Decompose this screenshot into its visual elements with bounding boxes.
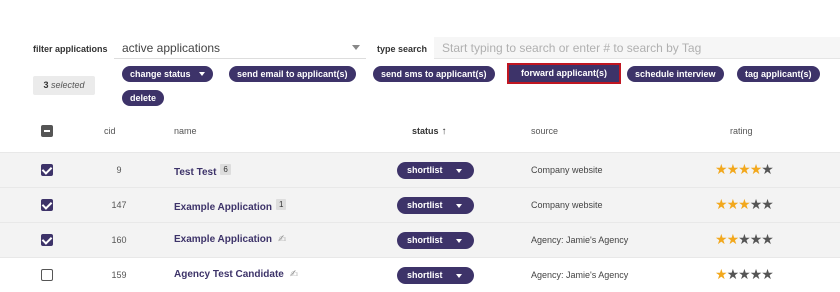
status-dropdown[interactable]: shortlist <box>397 232 474 249</box>
send-email-button[interactable]: send email to applicant(s) <box>229 66 356 82</box>
send-sms-button[interactable]: send sms to applicant(s) <box>373 66 495 82</box>
row-checkbox[interactable] <box>41 269 53 281</box>
applicant-name-link[interactable]: Example Application 1 <box>174 199 287 213</box>
row-checkbox[interactable] <box>41 199 53 211</box>
star-icon[interactable]: ★ <box>715 231 728 248</box>
selected-count-badge: 3 selected <box>33 76 95 95</box>
table-row[interactable]: 147 Example Application 1 shortlist Company … <box>0 187 840 222</box>
row-checkbox[interactable] <box>41 164 53 176</box>
caret-down-icon <box>198 72 205 76</box>
applicant-name: Test Test <box>174 167 217 178</box>
caret-down-icon <box>456 239 462 243</box>
star-icon[interactable]: ★ <box>738 161 751 178</box>
search-input[interactable] <box>434 37 840 58</box>
star-icon[interactable]: ★ <box>761 266 774 283</box>
forward-button[interactable]: forward applicant(s) <box>509 65 619 82</box>
star-icon[interactable]: ★ <box>727 196 740 213</box>
caret-down-icon <box>456 169 462 173</box>
col-name[interactable]: name <box>174 126 197 136</box>
comment-count-badge: 1 <box>275 199 287 210</box>
star-icon[interactable]: ★ <box>750 266 763 283</box>
star-icon[interactable]: ★ <box>738 196 751 213</box>
row-source: Company website <box>531 165 603 175</box>
selected-count: 3 <box>43 80 49 90</box>
signature-icon: ✍ <box>289 269 299 280</box>
rating-stars[interactable]: ★★★★★ <box>715 266 774 283</box>
delete-button[interactable]: delete <box>122 90 165 106</box>
filter-label: filter applications <box>33 44 108 54</box>
star-icon[interactable]: ★ <box>750 161 763 178</box>
filter-row: filter applications active applications … <box>0 37 840 61</box>
signature-icon: ✍ <box>277 234 287 245</box>
search-label: type search <box>377 44 428 54</box>
table-row[interactable]: 159 Agency Test Candidate ✍ shortlist Agency… <box>0 257 840 292</box>
row-source: Company website <box>531 200 603 210</box>
col-status[interactable]: status ↑ <box>412 126 447 137</box>
status-label: shortlist <box>407 235 443 245</box>
applicant-name-link[interactable]: Agency Test Candidate ✍ <box>174 269 298 280</box>
caret-down-icon <box>352 45 360 50</box>
star-icon[interactable]: ★ <box>727 231 740 248</box>
star-icon[interactable]: ★ <box>715 266 728 283</box>
col-rating[interactable]: rating <box>730 126 753 136</box>
table-row[interactable]: 160 Example Application ✍ shortlist Agency: … <box>0 222 840 257</box>
selected-suffix: selected <box>51 80 85 90</box>
row-cid: 159 <box>111 270 127 280</box>
applicant-name-link[interactable]: Test Test 6 <box>174 164 231 178</box>
star-icon[interactable]: ★ <box>715 196 728 213</box>
star-icon[interactable]: ★ <box>727 161 740 178</box>
status-dropdown[interactable]: shortlist <box>397 267 474 284</box>
star-icon[interactable]: ★ <box>715 161 728 178</box>
applicant-name: Agency Test Candidate <box>174 269 284 280</box>
row-cid: 147 <box>111 200 127 210</box>
col-cid[interactable]: cid <box>104 126 116 136</box>
caret-down-icon <box>456 204 462 208</box>
status-label: shortlist <box>407 165 443 175</box>
status-label: shortlist <box>407 200 443 210</box>
star-icon[interactable]: ★ <box>727 266 740 283</box>
rating-stars[interactable]: ★★★★★ <box>715 196 774 213</box>
star-icon[interactable]: ★ <box>750 196 763 213</box>
star-icon[interactable]: ★ <box>738 266 751 283</box>
comment-count-badge: 6 <box>220 164 231 175</box>
row-cid: 9 <box>116 165 122 175</box>
arrow-up-icon: ↑ <box>441 126 447 137</box>
star-icon[interactable]: ★ <box>761 231 774 248</box>
status-label: shortlist <box>407 270 443 280</box>
status-dropdown[interactable]: shortlist <box>397 197 474 214</box>
forward-highlight: forward applicant(s) <box>507 63 621 84</box>
row-source: Agency: Jamie's Agency <box>531 270 629 280</box>
schedule-interview-button[interactable]: schedule interview <box>627 66 724 82</box>
star-icon[interactable]: ★ <box>761 196 774 213</box>
applicant-name: Example Application <box>174 202 272 213</box>
col-status-label: status <box>412 126 439 136</box>
filter-select-value: active applications <box>122 41 221 55</box>
row-checkbox[interactable] <box>41 234 53 246</box>
select-all-checkbox[interactable] <box>41 125 53 137</box>
col-source[interactable]: source <box>531 126 558 136</box>
table-row[interactable]: 9 Test Test 6 shortlist Company website ★★★★★ <box>0 152 840 187</box>
change-status-label: change status <box>130 69 191 79</box>
rating-stars[interactable]: ★★★★★ <box>715 231 774 248</box>
status-dropdown[interactable]: shortlist <box>397 162 474 179</box>
star-icon[interactable]: ★ <box>761 161 774 178</box>
caret-down-icon <box>456 274 462 278</box>
search-box[interactable] <box>434 37 840 59</box>
row-source: Agency: Jamie's Agency <box>531 235 629 245</box>
filter-select[interactable]: active applications <box>114 37 366 59</box>
star-icon[interactable]: ★ <box>750 231 763 248</box>
rating-stars[interactable]: ★★★★★ <box>715 161 774 178</box>
row-cid: 160 <box>111 235 127 245</box>
change-status-button[interactable]: change status <box>122 66 213 82</box>
tag-button[interactable]: tag applicant(s) <box>737 66 820 82</box>
star-icon[interactable]: ★ <box>738 231 751 248</box>
table-header: cid name status ↑ source rating <box>0 116 840 150</box>
applicant-name-link[interactable]: Example Application ✍ <box>174 234 286 245</box>
applicant-name: Example Application <box>174 234 272 245</box>
